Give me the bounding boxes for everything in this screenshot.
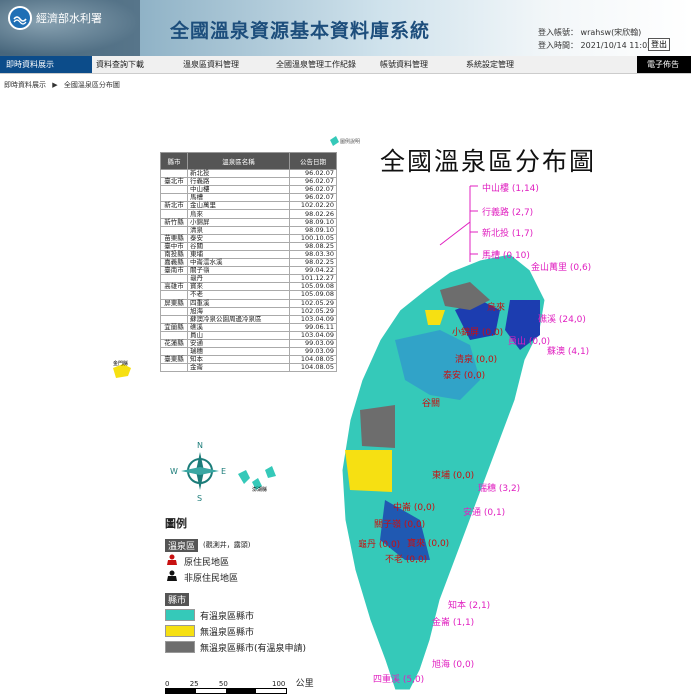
label-macao: 馬槽 (0,10) (482, 251, 530, 261)
label-suao: 蘇澳 (4,1) (547, 347, 590, 357)
label-qingquan: 清泉 (0,0) (455, 355, 498, 365)
swatch-has-hotspring (165, 609, 195, 621)
swatch-applying (165, 641, 195, 653)
label-xinbeitou: 新北投 (1,7) (482, 229, 534, 239)
compass-s: S (197, 494, 202, 502)
label-jinshan: 金山萬里 (0,6) (531, 263, 592, 273)
legend-hotspring-note: (觀測井，露頭) (203, 541, 251, 549)
label-ruisui: 瑞穗 (3,2) (478, 484, 521, 494)
legend-county-header: 縣市 (165, 591, 306, 607)
label-guguan: 谷關 (422, 399, 441, 409)
label-jiaoxi: 礁溪 (24,0) (538, 315, 586, 325)
legend-title: 圖例 (165, 517, 187, 530)
legend-applying: 無溫泉區縣市(有溫泉申請) (200, 643, 307, 654)
label-guanziling: 關子嶺 (0,0) (374, 520, 426, 530)
island-matsu (330, 136, 339, 146)
label-xiaojinping: 小錦屏 (0,0) (452, 328, 504, 338)
legend-aboriginal-row: 原住民地區 (165, 553, 306, 569)
legend-hotspring-tag: 溫泉區 (165, 538, 199, 552)
north-callout-lines (439, 185, 478, 262)
legend-applying-row: 無溫泉區縣市(有溫泉申請) (165, 639, 306, 655)
scale-bar (165, 688, 287, 694)
label-zhongshanlou: 中山樓 (1,14) (482, 184, 539, 194)
legend-non-aboriginal-row: 非原住民地區 (165, 569, 306, 585)
scale-tick-100: 100 (272, 680, 286, 688)
label-kinmen: 金門縣 (113, 361, 129, 367)
legend-aboriginal: 原住民地區 (184, 557, 230, 568)
region-changhua-gray (360, 405, 395, 448)
label-penghu: 澎湖縣 (252, 487, 268, 493)
legend-none-row: 無溫泉區縣市 (165, 623, 306, 639)
label-zhonglun: 中崙 (0,0) (393, 503, 436, 513)
legend-non-aboriginal: 非原住民地區 (184, 573, 239, 584)
label-bulao: 不老 (0,0) (385, 555, 428, 565)
label-taian: 泰安 (0,0) (443, 371, 486, 381)
legend-has-hotspring: 有溫泉區縣市 (200, 611, 255, 622)
legend-has-row: 有溫泉區縣市 (165, 607, 306, 623)
legend-county-tag: 縣市 (165, 592, 190, 606)
label-wulai: 烏來 (487, 303, 506, 313)
map-legend: 圖例 溫泉區 (觀測井，露頭) 原住民地區 非原住民地區 縣市 有溫泉區縣市 無… (165, 515, 306, 655)
label-guidan: 龜丹 (0,0) (358, 540, 401, 550)
label-baolai: 寶來 (0,0) (407, 539, 450, 549)
scale-tick-0: 0 (165, 680, 170, 688)
compass-rose-icon: N S E W (170, 441, 226, 502)
label-dongpu: 東埔 (0,0) (432, 471, 475, 481)
scale-tick-50: 50 (218, 680, 228, 688)
region-yunlin-yellow (345, 450, 392, 492)
compass-w: W (170, 467, 178, 476)
island-penghu-2 (265, 466, 276, 478)
scale-tick-25: 25 (189, 680, 199, 688)
aboriginal-marker-icon (165, 554, 179, 569)
label-jinlun: 金崙 (1,1) (432, 618, 475, 628)
compass-n: N (197, 441, 203, 450)
scale-unit: 公里 (295, 679, 314, 689)
non-aboriginal-marker-icon (165, 570, 179, 585)
label-xingyilu: 行義路 (2,7) (482, 208, 534, 218)
label-antong: 安通 (0,1) (463, 508, 506, 518)
label-zhiben: 知本 (2,1) (448, 601, 491, 611)
swatch-no-hotspring (165, 625, 195, 637)
label-sichongxi: 四重溪 (5,0) (373, 675, 425, 685)
label-yuanshan: 員山 (0,0) (508, 337, 551, 347)
legend-hotspring-header: 溫泉區 (觀測井，露頭) (165, 537, 306, 553)
legend-no-hotspring: 無溫泉區縣市 (200, 627, 255, 638)
label-xuhai: 旭海 (0,0) (432, 660, 475, 670)
compass-e: E (221, 467, 226, 476)
